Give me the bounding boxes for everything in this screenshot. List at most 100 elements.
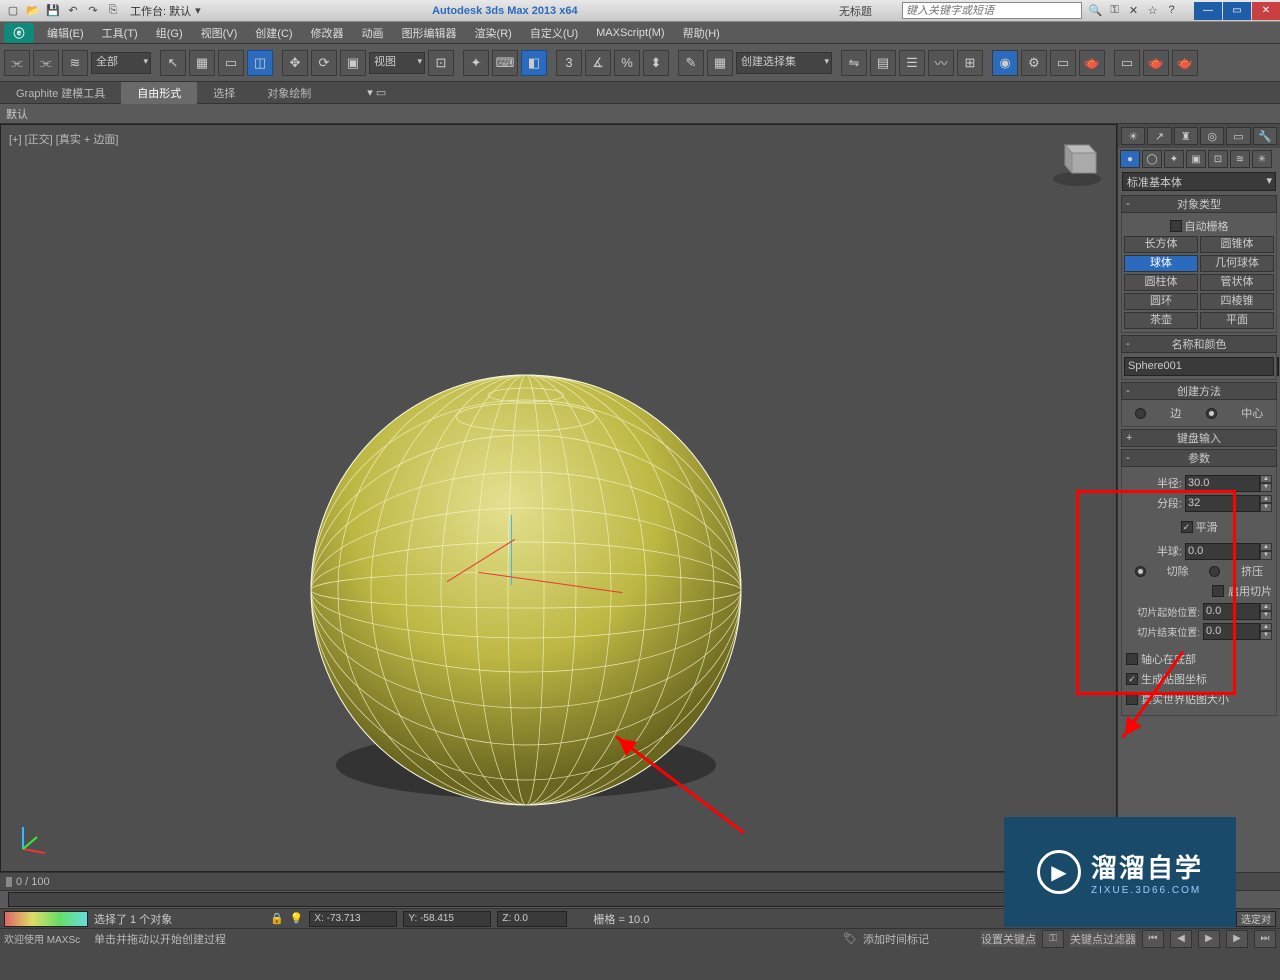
layers-button[interactable]: ☰	[899, 50, 925, 76]
btn-cylinder[interactable]: 圆柱体	[1124, 274, 1198, 291]
coord-y[interactable]: Y: -58.415	[403, 911, 491, 927]
menu-animation[interactable]: 动画	[353, 25, 393, 41]
link-button[interactable]: ⫘	[4, 50, 30, 76]
key-icon[interactable]: ⚿	[1107, 4, 1122, 17]
unlink-button[interactable]: ⫘	[33, 50, 59, 76]
shapes-icon[interactable]: ◯	[1142, 150, 1162, 168]
color-swatch[interactable]	[1277, 357, 1279, 376]
named-selection-dropdown[interactable]: 创建选择集	[736, 52, 832, 74]
key-mode-button[interactable]: ⚿	[1042, 930, 1064, 948]
bind-button[interactable]: ≋	[62, 50, 88, 76]
select-button[interactable]: ↖	[160, 50, 186, 76]
snap-toggle-button[interactable]: ◧	[521, 50, 547, 76]
play-button[interactable]: ▶	[1198, 930, 1220, 948]
viewport[interactable]: [+] [正交] [真实 + 边面]	[0, 124, 1117, 872]
rollout-keyboard[interactable]: 键盘输入	[1121, 429, 1277, 447]
smooth-checkbox[interactable]: ✓	[1181, 521, 1193, 533]
segments-input[interactable]	[1185, 495, 1260, 512]
render-frame-button[interactable]: ▭	[1050, 50, 1076, 76]
redo-icon[interactable]: ↷	[84, 2, 102, 20]
goto-start-button[interactable]: ⏮	[1142, 930, 1164, 948]
percent-snap-button[interactable]: %	[614, 50, 640, 76]
undo-icon[interactable]: ↶	[64, 2, 82, 20]
object-name-input[interactable]	[1124, 357, 1274, 376]
window-crossing-button[interactable]: ◫	[247, 50, 273, 76]
prev-frame-button[interactable]: ◀	[1170, 930, 1192, 948]
menu-view[interactable]: 视图(V)	[192, 25, 247, 41]
save-icon[interactable]: 💾	[44, 2, 62, 20]
minimize-button[interactable]: —	[1194, 2, 1222, 20]
link-icon[interactable]: ⎘	[104, 2, 122, 20]
gizmo-z-axis[interactable]	[511, 515, 512, 585]
named-sel-button[interactable]: ▦	[707, 50, 733, 76]
snap3-button[interactable]: 3	[556, 50, 582, 76]
open-icon[interactable]: 📂	[24, 2, 42, 20]
mirror-button[interactable]: ⇋	[841, 50, 867, 76]
ref-coord-dropdown[interactable]: 视图	[369, 52, 425, 74]
tab-objectpaint[interactable]: 对象绘制	[251, 82, 327, 104]
cameras-icon[interactable]: ▣	[1186, 150, 1206, 168]
scale-button[interactable]: ▣	[340, 50, 366, 76]
angle-snap-button[interactable]: ∡	[585, 50, 611, 76]
tab-create-icon[interactable]: ☀	[1121, 127, 1145, 145]
move-button[interactable]: ✥	[282, 50, 308, 76]
radius-input[interactable]	[1185, 475, 1260, 492]
curve-editor-button[interactable]: 〰	[928, 50, 954, 76]
menu-grapheditor[interactable]: 图形编辑器	[393, 25, 466, 41]
isolate-icon[interactable]: 💡	[290, 912, 304, 925]
ribbon-default-label[interactable]: 默认	[6, 109, 28, 121]
rollout-object-type[interactable]: 对象类型	[1121, 195, 1277, 213]
goto-end-button[interactable]: ⏭	[1254, 930, 1276, 948]
btn-sphere[interactable]: 球体	[1124, 255, 1198, 272]
selection-filter-dropdown[interactable]: 全部	[91, 52, 151, 74]
teapot-render-button[interactable]: 🫖	[1143, 50, 1169, 76]
pivot-button[interactable]: ⊡	[428, 50, 454, 76]
spacewarps-icon[interactable]: ≋	[1230, 150, 1250, 168]
material-editor-button[interactable]: ◉	[992, 50, 1018, 76]
render-prod-button[interactable]: ▭	[1114, 50, 1140, 76]
next-frame-button[interactable]: ▶	[1226, 930, 1248, 948]
menu-maxscript[interactable]: MAXScript(M)	[587, 27, 673, 39]
render-button[interactable]: 🫖	[1079, 50, 1105, 76]
color-ramp[interactable]	[4, 911, 88, 927]
exchange-icon[interactable]: ✕	[1126, 4, 1141, 17]
slice-from-input[interactable]	[1203, 603, 1260, 620]
select-name-button[interactable]: ▦	[189, 50, 215, 76]
menu-tools[interactable]: 工具(T)	[93, 25, 147, 41]
menu-group[interactable]: 组(G)	[147, 25, 192, 41]
rollout-name-color[interactable]: 名称和颜色	[1121, 335, 1277, 353]
coord-z[interactable]: Z: 0.0	[497, 911, 567, 927]
menu-create[interactable]: 创建(C)	[246, 25, 301, 41]
radio-edge[interactable]	[1135, 408, 1146, 419]
basepivot-checkbox[interactable]	[1126, 653, 1138, 665]
hemi-input[interactable]	[1185, 543, 1260, 560]
btn-tube[interactable]: 管状体	[1200, 274, 1274, 291]
radio-center[interactable]	[1206, 408, 1217, 419]
geometry-icon[interactable]: ●	[1120, 150, 1140, 168]
ribbon-min-icon[interactable]: ▾ ▭	[367, 86, 386, 99]
new-icon[interactable]: ▢	[4, 2, 22, 20]
menu-customize[interactable]: 自定义(U)	[521, 25, 587, 41]
btn-cone[interactable]: 圆锥体	[1200, 236, 1274, 253]
radio-squash[interactable]	[1209, 566, 1220, 577]
coord-x[interactable]: X: -73.713	[309, 911, 397, 927]
btn-box[interactable]: 长方体	[1124, 236, 1198, 253]
btn-torus[interactable]: 圆环	[1124, 293, 1198, 310]
align-button[interactable]: ▤	[870, 50, 896, 76]
tab-hierarchy-icon[interactable]: ♜	[1174, 127, 1198, 145]
app-logo-icon[interactable]: ⓔ	[4, 23, 34, 43]
select-region-button[interactable]: ▭	[218, 50, 244, 76]
slice-checkbox[interactable]	[1212, 585, 1224, 597]
setkey-button[interactable]: 设置关键点	[981, 931, 1036, 947]
viewport-label[interactable]: [+] [正交] [真实 + 边面]	[9, 131, 118, 147]
tab-display-icon[interactable]: ▭	[1226, 127, 1250, 145]
tab-selection[interactable]: 选择	[197, 82, 251, 104]
slice-to-input[interactable]	[1203, 623, 1260, 640]
systems-icon[interactable]: ✳	[1252, 150, 1272, 168]
named-sel-edit-button[interactable]: ✎	[678, 50, 704, 76]
tab-freeform[interactable]: 自由形式	[121, 82, 197, 104]
viewcube[interactable]	[1050, 133, 1104, 187]
menu-edit[interactable]: 编辑(E)	[38, 25, 93, 41]
maximize-button[interactable]: ▭	[1223, 2, 1251, 20]
render-setup-button[interactable]: ⚙	[1021, 50, 1047, 76]
